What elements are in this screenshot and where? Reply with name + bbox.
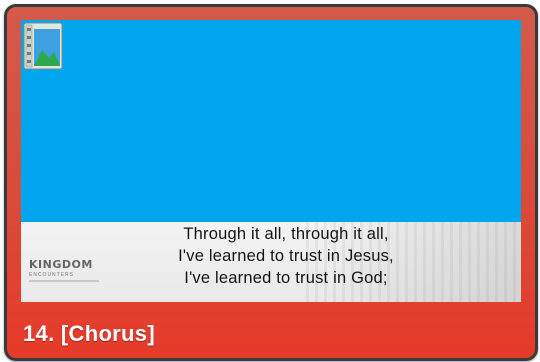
image-media-icon <box>23 22 63 70</box>
slide-caption: 14. [Chorus] <box>23 321 155 346</box>
slide-card[interactable]: KINGDOM ENCOUNTERS Through it all, throu… <box>4 4 538 361</box>
logo-rule <box>29 280 99 282</box>
slide-preview[interactable]: KINGDOM ENCOUNTERS Through it all, throu… <box>21 20 521 302</box>
lyrics-text: Through it all, through it all, I've lea… <box>121 223 451 289</box>
lyric-line-2: I've learned to trust in Jesus, <box>178 247 394 265</box>
lyric-line-3: I've learned to trust in God; <box>184 269 388 287</box>
lyric-line-1: Through it all, through it all, <box>183 225 389 243</box>
